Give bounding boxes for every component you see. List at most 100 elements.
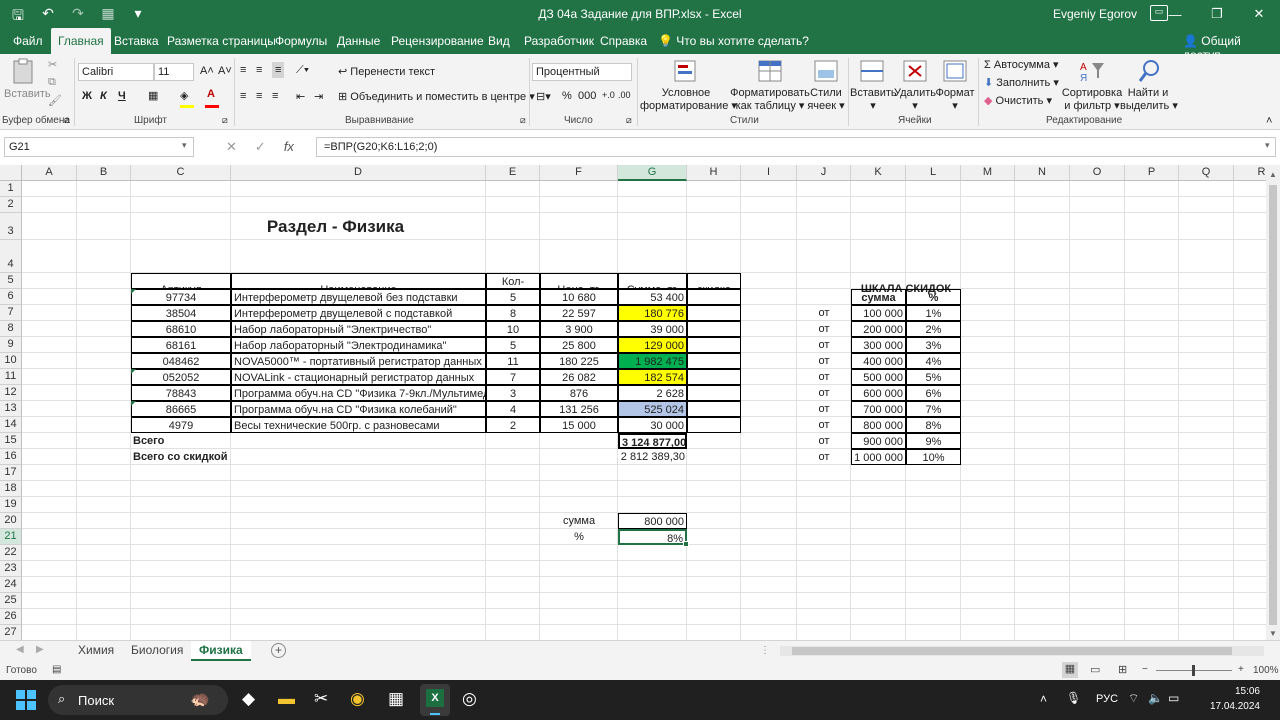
item-article[interactable]: 4979 <box>131 417 231 433</box>
conditional-formatting-icon[interactable] <box>672 58 700 84</box>
header-article[interactable]: Артикул <box>131 273 231 289</box>
item-sum[interactable]: 39 000 <box>618 321 687 337</box>
scale-header-pct[interactable]: % <box>906 289 961 305</box>
column-header-p[interactable]: P <box>1125 165 1179 181</box>
sort-filter-icon[interactable]: АЯ <box>1078 58 1106 84</box>
item-article[interactable]: 048462 <box>131 353 231 369</box>
tab-data[interactable]: Данные <box>330 28 387 54</box>
paste-icon[interactable] <box>10 58 38 84</box>
item-qty[interactable]: 4 <box>486 401 540 417</box>
font-color-icon[interactable]: A <box>207 88 215 100</box>
item-name[interactable]: Интерферометр двущелевой без подставки <box>231 289 486 305</box>
scale-sum[interactable]: 100 000 <box>851 305 906 321</box>
item-price[interactable]: 3 900 <box>540 321 618 337</box>
tab-formulas[interactable]: Формулы <box>268 28 334 54</box>
row-header-13[interactable]: 13 <box>0 401 22 417</box>
total-discount-value[interactable]: 2 812 389,30 <box>618 449 687 465</box>
item-qty[interactable]: 2 <box>486 417 540 433</box>
normal-view-icon[interactable]: ▦ <box>1062 662 1078 678</box>
scale-from-label[interactable]: от <box>797 385 851 401</box>
tab-page-layout[interactable]: Разметка страницы <box>160 28 283 54</box>
row-header-12[interactable]: 12 <box>0 385 22 401</box>
discount-scale-title[interactable]: ШКАЛА СКИДОК <box>851 273 961 295</box>
page-break-view-icon[interactable]: ⊞ <box>1118 663 1127 676</box>
item-name[interactable]: Набор лабораторный "Электричество" <box>231 321 486 337</box>
row-header-20[interactable]: 20 <box>0 513 22 529</box>
confirm-edit-icon[interactable]: ✓ <box>255 139 266 155</box>
horizontal-scrollbar[interactable] <box>780 646 1264 656</box>
sheet-title[interactable]: Раздел - Физика <box>131 213 540 240</box>
scale-from-label[interactable]: от <box>797 321 851 337</box>
column-header-j[interactable]: J <box>797 165 851 181</box>
orientation-icon[interactable]: ⟋▾ <box>296 64 309 77</box>
delete-cells-icon[interactable] <box>901 58 929 84</box>
scale-pct[interactable]: 7% <box>906 401 961 417</box>
item-sum[interactable]: 1 982 475 <box>618 353 687 369</box>
row-header-16[interactable]: 16 <box>0 449 22 465</box>
input-language[interactable]: РУС <box>1096 693 1118 705</box>
lookup-sum-value[interactable]: 800 000 <box>618 513 687 529</box>
copy-icon[interactable]: ⧉ <box>48 76 56 89</box>
minimize-icon[interactable]: — <box>1154 0 1196 28</box>
item-name[interactable]: Программа обуч.на CD "Физика колебаний" <box>231 401 486 417</box>
item-sum[interactable]: 30 000 <box>618 417 687 433</box>
number-launcher-icon[interactable]: ⧄ <box>626 115 632 126</box>
scale-pct[interactable]: 2% <box>906 321 961 337</box>
wrap-text-button[interactable]: ↩ Перенести текст <box>338 65 435 78</box>
alignment-launcher-icon[interactable]: ⧄ <box>520 115 526 126</box>
zoom-out-icon[interactable]: − <box>1142 664 1148 675</box>
select-all-corner[interactable] <box>0 165 22 181</box>
scale-sum[interactable]: 300 000 <box>851 337 906 353</box>
header-sum[interactable]: Сумма, тг. <box>618 273 687 289</box>
total-discount-label[interactable]: Всего со скидкой <box>131 449 486 465</box>
row-header-23[interactable]: 23 <box>0 561 22 577</box>
row-header-2[interactable]: 2 <box>0 197 22 213</box>
item-price[interactable]: 131 256 <box>540 401 618 417</box>
cut-icon[interactable]: ✂ <box>48 58 57 71</box>
decrease-decimal-icon[interactable]: .00 <box>618 90 631 100</box>
scale-sum[interactable]: 700 000 <box>851 401 906 417</box>
underline-icon[interactable]: Ч <box>118 90 126 102</box>
tab-developer[interactable]: Разработчик <box>517 28 601 54</box>
accounting-format-icon[interactable]: ⊟▾ <box>536 90 551 103</box>
format-cells-icon[interactable] <box>941 58 969 84</box>
find-select-button[interactable]: Найти и выделить ▾ <box>1120 87 1178 113</box>
scale-pct[interactable]: 9% <box>906 433 961 449</box>
scale-sum[interactable]: 600 000 <box>851 385 906 401</box>
zoom-in-icon[interactable]: + <box>1238 664 1244 675</box>
item-qty[interactable]: 5 <box>486 337 540 353</box>
horizontal-scroll-thumb[interactable] <box>792 647 1232 655</box>
collapse-ribbon-icon[interactable]: ˄ <box>1266 115 1272 127</box>
column-header-g[interactable]: G <box>618 165 687 181</box>
merge-center-button[interactable]: ⊞ Объединить и поместить в центре ▾ <box>338 90 535 103</box>
row-header-22[interactable]: 22 <box>0 545 22 561</box>
column-header-a[interactable]: A <box>22 165 77 181</box>
close-icon[interactable]: ✕ <box>1238 0 1280 28</box>
number-format-box[interactable]: Процентный <box>532 63 632 81</box>
item-article[interactable]: 86665 <box>131 401 231 417</box>
scale-sum[interactable]: 200 000 <box>851 321 906 337</box>
item-price[interactable]: 876 <box>540 385 618 401</box>
scale-pct[interactable]: 3% <box>906 337 961 353</box>
cancel-edit-icon[interactable]: ✕ <box>226 139 237 155</box>
column-header-n[interactable]: N <box>1015 165 1070 181</box>
row-header-21[interactable]: 21 <box>0 529 22 545</box>
sheet-more-icon[interactable]: ⋮ <box>760 645 770 656</box>
item-name[interactable]: Интерферометр двущелевой с подставкой <box>231 305 486 321</box>
header-price[interactable]: Цена, тг. <box>540 273 618 289</box>
item-discount[interactable] <box>687 401 741 417</box>
sheet-tab-chemistry[interactable]: Химия <box>70 641 122 661</box>
row-header-4[interactable]: 4 <box>0 240 22 273</box>
borders-button-icon[interactable]: ▦ <box>148 89 158 102</box>
format-as-table-button[interactable]: Форматировать как таблицу ▾ <box>730 87 810 113</box>
percent-style-icon[interactable]: % <box>562 90 572 102</box>
row-header-3[interactable]: 3 <box>0 213 22 240</box>
row-header-6[interactable]: 6 <box>0 289 22 305</box>
windows-start-icon[interactable] <box>16 690 36 710</box>
item-qty[interactable]: 11 <box>486 353 540 369</box>
delete-cells-button[interactable]: Удалить ▾ <box>893 87 937 112</box>
item-price[interactable]: 180 225 <box>540 353 618 369</box>
font-launcher-icon[interactable]: ⧄ <box>222 115 228 126</box>
item-qty[interactable]: 5 <box>486 289 540 305</box>
scale-from-label[interactable]: от <box>797 337 851 353</box>
